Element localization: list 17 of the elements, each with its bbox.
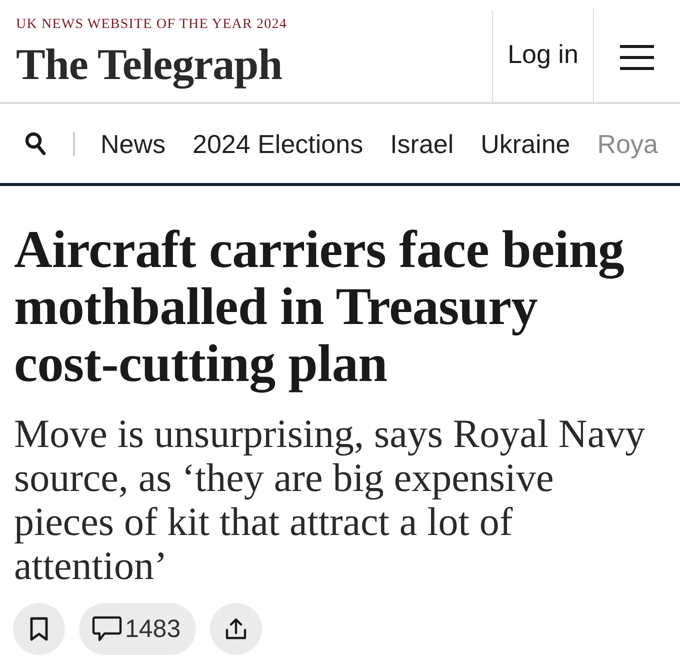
award-tagline: UK NEWS WEBSITE OF THE YEAR 2024 [16,16,287,34]
nav-link[interactable]: Israel [390,128,454,158]
speech-bubble-icon [92,616,122,642]
search-icon[interactable] [25,132,46,155]
article-headline: Aircraft carriers face being mothballed in Treasury cost-cutting plan [14,222,626,393]
login-button[interactable]: Log in [493,38,593,70]
comment-count: 1483 [125,615,181,643]
nav-link[interactable]: Ukraine [480,128,570,158]
nav-link[interactable]: 2024 Elections [192,128,364,158]
share-icon [224,618,247,640]
site-logo[interactable]: The Telegraph [16,40,282,90]
article-standfirst: Move is unsurprising, says Royal Navy source, as ‘they are big expensive pieces of kit that attract a lot of attention’ [14,412,646,588]
bookmark-icon [30,617,48,641]
nav-link[interactable]: News [100,128,166,158]
comments-button[interactable]: 1483 [79,603,196,655]
menu-icon[interactable] [620,45,654,70]
bookmark-button[interactable] [13,603,65,655]
